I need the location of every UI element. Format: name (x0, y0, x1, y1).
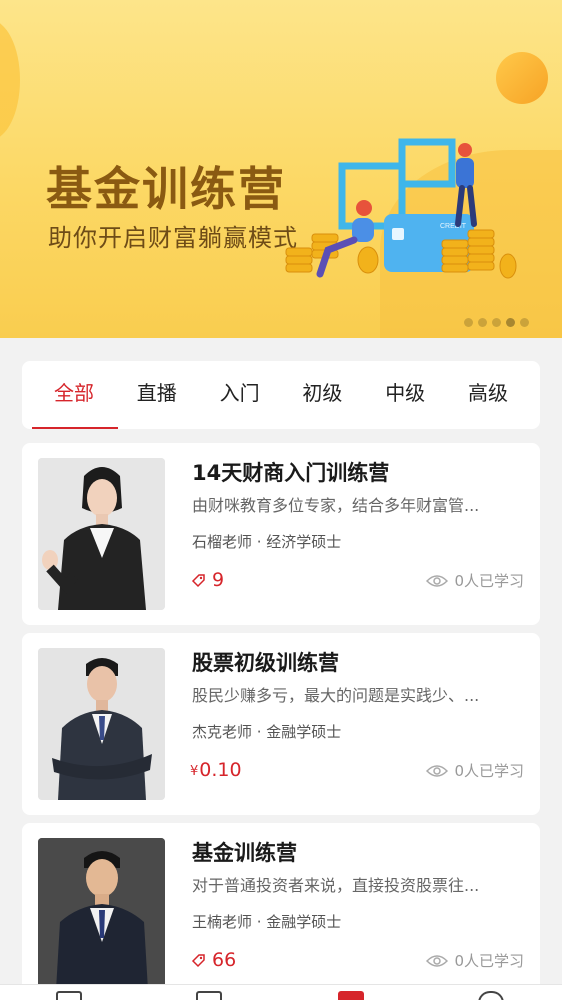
tab-beginner[interactable]: 入门 (210, 361, 270, 429)
promo-banner[interactable]: 基金训练营 助你开启财富躺赢模式 CREDIT (0, 0, 562, 338)
price-value: 9 (212, 569, 225, 591)
course-title: 股票初级训练营 (192, 651, 339, 675)
banner-subtitle: 助你开启财富躺赢模式 (48, 224, 298, 252)
category-tabs: 全部 直播 入门 初级 中级 高级 (22, 361, 540, 429)
coin-tag-icon (191, 954, 205, 968)
decor-sun (496, 52, 548, 104)
carousel-indicator[interactable] (464, 318, 529, 327)
coin-tag-icon (191, 574, 205, 588)
course-price: 66 (190, 949, 236, 971)
carousel-dot[interactable] (464, 318, 473, 327)
learner-count-text: 0人已学习 (454, 952, 524, 970)
learner-count-text: 0人已学习 (454, 572, 524, 590)
learner-count: 0人已学习 (426, 760, 524, 781)
price-value: 66 (212, 949, 237, 971)
course-price: ¥ 0.10 (190, 759, 242, 781)
eye-icon (426, 954, 449, 967)
home-nav-icon[interactable] (56, 991, 82, 1000)
course-nav-icon[interactable] (196, 991, 222, 1000)
tab-all[interactable]: 全部 (32, 361, 118, 429)
tab-intermediate[interactable]: 中级 (375, 361, 435, 429)
course-card[interactable]: 14天财商入门训练营 由财咪教育多位专家，结合多年财富管... 石榴老师 · 经… (22, 443, 540, 625)
card-label: CREDIT (440, 223, 467, 230)
carousel-dot[interactable] (492, 318, 501, 327)
tab-live[interactable]: 直播 (127, 361, 187, 429)
course-description: 股民少赚多亏，最大的问题是实践少、... (192, 686, 480, 705)
eye-icon (426, 764, 449, 777)
tab-elementary[interactable]: 初级 (292, 361, 352, 429)
camp-nav-icon[interactable] (338, 991, 364, 1000)
teacher-info: 石榴老师 · 经济学硕士 (192, 533, 342, 551)
learner-count: 0人已学习 (426, 570, 524, 591)
tab-advanced[interactable]: 高级 (458, 361, 518, 429)
course-card[interactable]: 基金训练营 对于普通投资者来说，直接投资股票往... 王楠老师 · 金融学硕士 … (22, 823, 540, 993)
course-description: 由财咪教育多位专家，结合多年财富管... (192, 496, 480, 515)
banner-title: 基金训练营 (46, 162, 286, 216)
course-title: 14天财商入门训练营 (192, 461, 390, 485)
eye-icon (426, 574, 449, 587)
course-description: 对于普通投资者来说，直接投资股票往... (192, 876, 480, 895)
carousel-dot[interactable] (520, 318, 529, 327)
teacher-photo (38, 838, 165, 990)
teacher-info: 王楠老师 · 金融学硕士 (192, 913, 342, 931)
teacher-photo (38, 648, 165, 800)
finance-illustration: CREDIT (285, 138, 517, 279)
course-title: 基金训练营 (192, 841, 297, 865)
bottom-nav (0, 984, 562, 1000)
profile-nav-icon[interactable] (478, 991, 504, 1000)
learner-count: 0人已学习 (426, 950, 524, 971)
learner-count-text: 0人已学习 (454, 762, 524, 780)
teacher-info: 杰克老师 · 金融学硕士 (192, 723, 342, 741)
carousel-dot-active[interactable] (506, 318, 515, 327)
currency-symbol: ¥ (190, 764, 199, 779)
price-value: 0.10 (199, 759, 242, 781)
course-price: 9 (190, 569, 224, 591)
course-card[interactable]: 股票初级训练营 股民少赚多亏，最大的问题是实践少、... 杰克老师 · 金融学硕… (22, 633, 540, 815)
carousel-dot[interactable] (478, 318, 487, 327)
decor-blob (0, 20, 20, 140)
teacher-photo (38, 458, 165, 610)
